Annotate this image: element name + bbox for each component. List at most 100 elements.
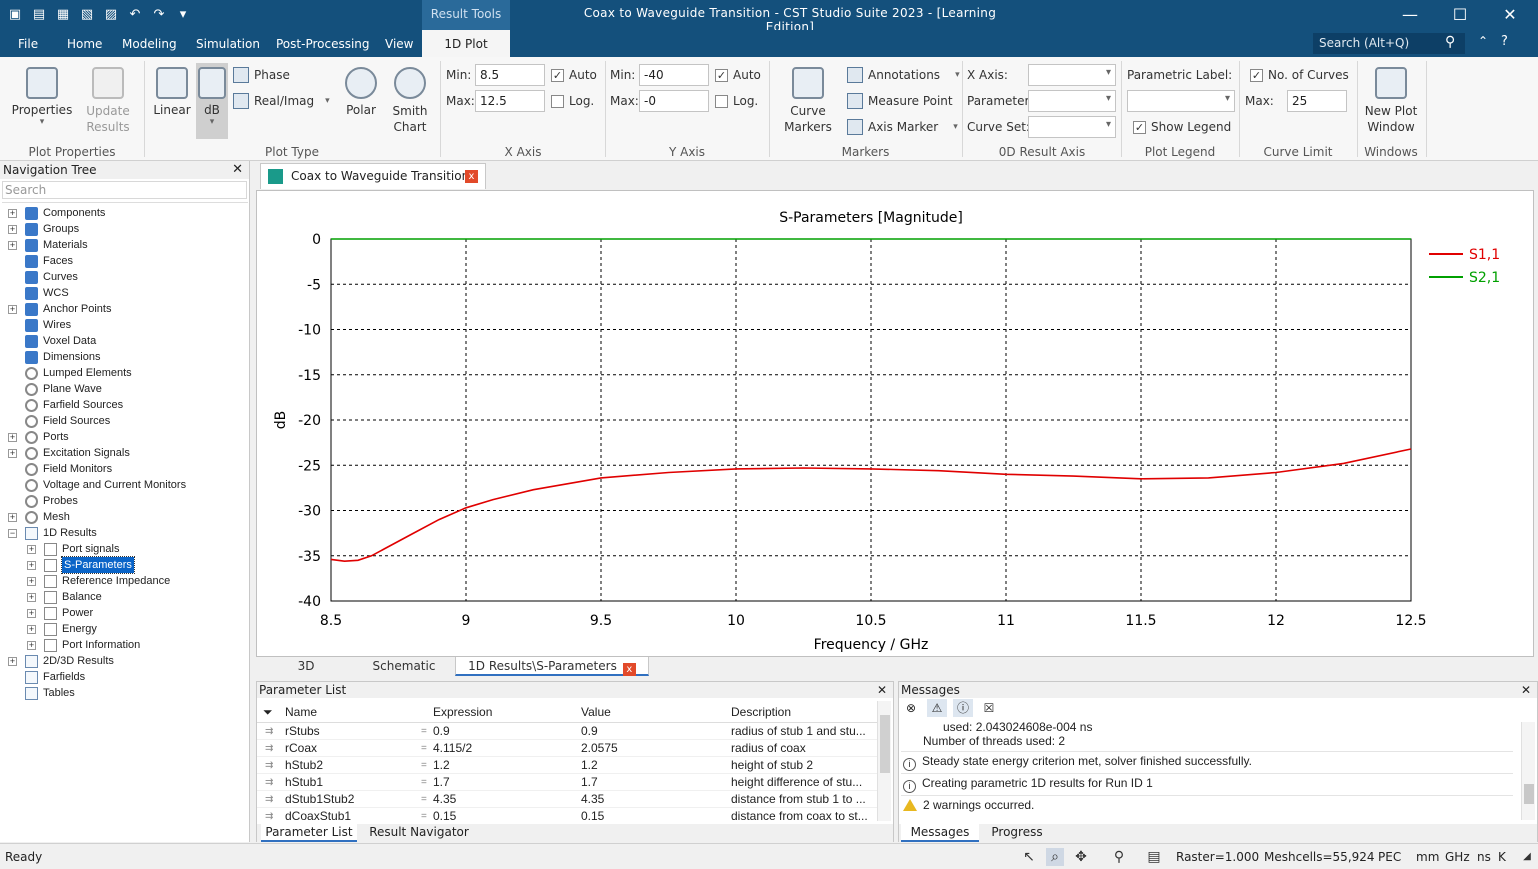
expand-icon[interactable]: + [8, 433, 17, 442]
tab-simulation[interactable]: Simulation [192, 30, 264, 57]
tree-node[interactable]: + Components [2, 205, 248, 221]
status-unit-length[interactable]: mm [1416, 850, 1439, 864]
no-of-curves-checkbox[interactable]: ✓ No. of Curves [1250, 68, 1349, 82]
plot-view[interactable]: 8.5 9 9.5 10 10.5 11 11.5 12 12.5 0 -5 -10 -15 -20 -25… [256, 190, 1534, 657]
tab-file[interactable]: File [14, 30, 42, 57]
x-log-checkbox[interactable]: Log. [551, 94, 594, 108]
error-filter-icon[interactable]: ⊗ [901, 699, 921, 717]
print-icon[interactable]: ▨ [102, 6, 120, 24]
db-button[interactable]: dB ▾ [196, 63, 228, 139]
pan-icon[interactable]: ✥ [1072, 848, 1090, 866]
s-parameters-chart[interactable]: 8.5 9 9.5 10 10.5 11 11.5 12 12.5 0 -5 -10 -15 -20 -25… [257, 191, 1533, 656]
close-icon[interactable]: ✕ [877, 682, 887, 698]
tree-node[interactable]: + Port Information [2, 637, 248, 653]
tree-node[interactable]: Probes [2, 493, 248, 509]
tree-node[interactable]: Farfield Sources [2, 397, 248, 413]
status-unit-temperature[interactable]: K [1498, 850, 1506, 864]
tree-node[interactable]: Tables [2, 685, 248, 701]
scrollbar-thumb[interactable] [880, 715, 890, 773]
tree-node[interactable]: Farfields [2, 669, 248, 685]
close-icon[interactable]: ✕ [1521, 682, 1531, 698]
help-icon[interactable]: ? [1501, 34, 1508, 49]
y-auto-checkbox[interactable]: ✓ Auto [715, 68, 761, 82]
tree-node[interactable]: Voltage and Current Monitors [2, 477, 248, 493]
clear-messages-icon[interactable]: ☒ [979, 699, 999, 717]
expand-icon[interactable]: + [27, 577, 36, 586]
collapse-icon[interactable]: − [8, 529, 17, 538]
undo-icon[interactable]: ↶ [126, 6, 144, 24]
show-legend-checkbox[interactable]: ✓ Show Legend [1133, 120, 1231, 134]
save-all-icon[interactable]: ▧ [78, 6, 96, 24]
measure-point-button[interactable]: Measure Point [847, 91, 953, 111]
tab-schematic[interactable]: Schematic [356, 657, 452, 676]
parameter-scrollbar[interactable] [877, 701, 891, 821]
expand-icon[interactable]: + [8, 449, 17, 458]
table-row[interactable]: ⇉ hStub1 = 1.7 1.7 height difference of stu..… [257, 774, 877, 791]
tree-node[interactable]: Voxel Data [2, 333, 248, 349]
close-button[interactable]: ✕ [1486, 2, 1534, 28]
tree-node[interactable]: WCS [2, 285, 248, 301]
expand-icon[interactable]: + [8, 305, 17, 314]
select-pointer-icon[interactable]: ↖ [1020, 848, 1038, 866]
tree-node[interactable]: Wires [2, 317, 248, 333]
expand-icon[interactable]: + [8, 513, 17, 522]
parametric-label-select[interactable] [1127, 90, 1235, 112]
expand-icon[interactable]: + [27, 625, 36, 634]
resize-grip-icon[interactable]: ◢ [1518, 848, 1536, 866]
tree-node[interactable]: + Power [2, 605, 248, 621]
tab-home[interactable]: Home [63, 30, 106, 57]
tree-node[interactable]: + Reference Impedance [2, 573, 248, 589]
open-icon[interactable]: ▤ [30, 6, 48, 24]
expand-icon[interactable]: + [27, 545, 36, 554]
od-parameter-select[interactable] [1028, 90, 1116, 112]
tab-modeling[interactable]: Modeling [118, 30, 181, 57]
tree-node[interactable]: Lumped Elements [2, 365, 248, 381]
expand-icon[interactable]: + [27, 561, 36, 570]
collapse-ribbon-icon[interactable]: ⌃ [1478, 34, 1488, 48]
x-max-input[interactable]: 12.5 [475, 90, 545, 112]
x-min-input[interactable]: 8.5 [475, 64, 545, 86]
column-header-description[interactable]: Description [731, 701, 791, 723]
x-auto-checkbox[interactable]: ✓ Auto [551, 68, 597, 82]
tree-node[interactable]: + Balance [2, 589, 248, 605]
status-unit-frequency[interactable]: GHz [1445, 850, 1470, 864]
tree-node[interactable]: + Anchor Points [2, 301, 248, 317]
column-header-name[interactable]: Name [285, 701, 317, 723]
expand-icon[interactable]: + [27, 641, 36, 650]
y-log-checkbox[interactable]: Log. [715, 94, 758, 108]
curve-markers-button[interactable]: Curve Markers [778, 67, 838, 135]
customize-toolbar-icon[interactable]: ▾ [174, 6, 192, 24]
axis-marker-button[interactable]: Axis Marker ▾ [847, 117, 958, 137]
tree-node[interactable]: + Groups [2, 221, 248, 237]
polar-button[interactable]: Polar [341, 67, 381, 117]
messages-scrollbar[interactable] [1521, 722, 1535, 820]
curve-max-input[interactable]: 25 [1287, 90, 1347, 112]
save-icon[interactable]: ▦ [54, 6, 72, 24]
expand-icon[interactable]: + [8, 241, 17, 250]
tab-1d-plot[interactable]: 1D Plot [422, 30, 510, 57]
tree-node[interactable]: Field Sources [2, 413, 248, 429]
filter-icon[interactable]: ⏷ [263, 701, 273, 723]
tree-node[interactable]: + Port signals [2, 541, 248, 557]
expand-icon[interactable]: + [8, 225, 17, 234]
raster-icon[interactable]: ▤ [1145, 848, 1163, 866]
column-header-value[interactable]: Value [581, 701, 611, 723]
tab-progress[interactable]: Progress [985, 824, 1049, 842]
update-results-button[interactable]: Update Results [78, 67, 138, 135]
tab-parameter-list[interactable]: Parameter List [261, 824, 357, 842]
tree-node[interactable]: + Mesh [2, 509, 248, 525]
od-curve-set-select[interactable] [1028, 116, 1116, 138]
zoom-icon[interactable]: ⌕ [1046, 848, 1064, 866]
tree-node[interactable]: + Ports [2, 429, 248, 445]
column-header-expression[interactable]: Expression [433, 701, 492, 723]
tab-view[interactable]: View [381, 30, 417, 57]
redo-icon[interactable]: ↷ [150, 6, 168, 24]
search-icon[interactable]: ⚲ [1445, 34, 1455, 50]
info-filter-icon[interactable]: ⓘ [953, 699, 973, 717]
od-x-axis-select[interactable] [1028, 64, 1116, 86]
table-row[interactable]: ⇉ rCoax = 4.115/2 2.0575 radius of coax [257, 740, 877, 757]
real-imag-button[interactable]: Real/Imag ▾ [233, 91, 330, 111]
tree-node[interactable]: Plane Wave [2, 381, 248, 397]
expand-icon[interactable]: + [8, 657, 17, 666]
tree-node[interactable]: +2D/3D Results [2, 653, 248, 669]
